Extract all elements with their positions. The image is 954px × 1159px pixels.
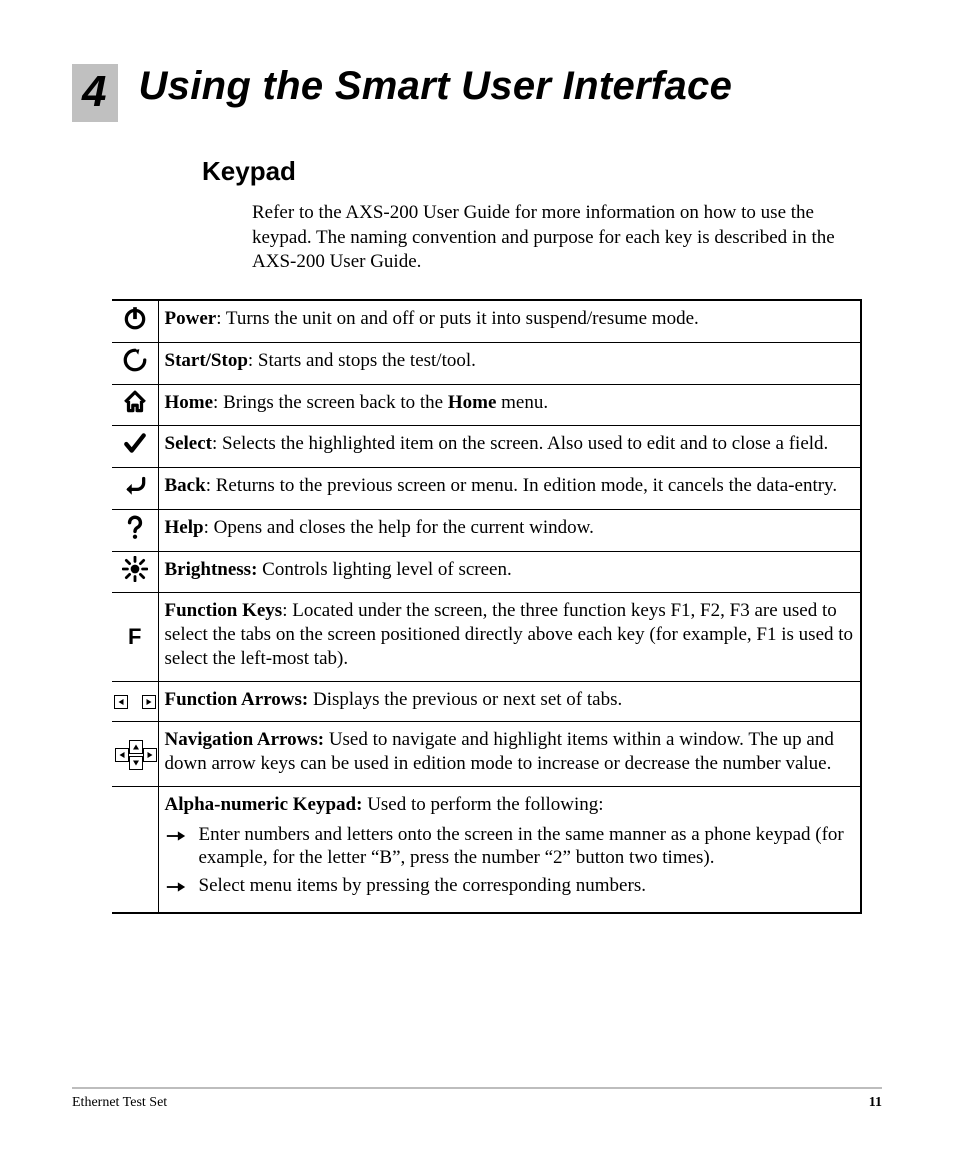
alnum-bullets: Enter numbers and letters onto the scree… (165, 823, 855, 898)
footer-title: Ethernet Test Set (72, 1095, 167, 1111)
page-footer: Ethernet Test Set 11 (72, 1087, 882, 1111)
alpha-numeric-icon (112, 786, 158, 913)
page: 4 Using the Smart User Interface Keypad … (0, 0, 954, 1159)
navigation-arrows-icon (112, 722, 158, 787)
table-row: Start/Stop: Starts and stops the test/to… (112, 342, 861, 384)
function-arrows-icon (112, 681, 158, 722)
function-keys-desc: Function Keys: Located under the screen,… (158, 593, 861, 681)
table-row: Select: Selects the highlighted item on … (112, 426, 861, 468)
footer-rule (72, 1087, 882, 1089)
table-row: Navigation Arrows: Used to navigate and … (112, 722, 861, 787)
section-heading: Keypad (202, 156, 882, 187)
select-icon (112, 426, 158, 468)
bullet-arrow-icon (165, 877, 187, 901)
alpha-numeric-desc: Alpha-numeric Keypad: Used to perform th… (158, 786, 861, 913)
table-row: F Function Keys: Located under the scree… (112, 593, 861, 681)
help-desc: Help: Opens and closes the help for the … (158, 509, 861, 551)
list-item: Enter numbers and letters onto the scree… (165, 823, 855, 871)
home-icon (112, 384, 158, 426)
chapter-number: 4 (72, 64, 118, 122)
brightness-desc: Brightness: Controls lighting level of s… (158, 551, 861, 593)
page-number: 11 (869, 1095, 882, 1111)
power-desc: Power: Turns the unit on and off or puts… (158, 300, 861, 342)
back-desc: Back: Returns to the previous screen or … (158, 468, 861, 510)
table-row: Alpha-numeric Keypad: Used to perform th… (112, 786, 861, 913)
table-row: Function Arrows: Displays the previous o… (112, 681, 861, 722)
power-icon (112, 300, 158, 342)
keypad-table: Power: Turns the unit on and off or puts… (112, 299, 862, 914)
bullet-arrow-icon (165, 826, 187, 850)
table-row: Help: Opens and closes the help for the … (112, 509, 861, 551)
chapter-title: Using the Smart User Interface (138, 64, 732, 108)
select-desc: Select: Selects the highlighted item on … (158, 426, 861, 468)
navigation-arrows-desc: Navigation Arrows: Used to navigate and … (158, 722, 861, 787)
home-desc: Home: Brings the screen back to the Home… (158, 384, 861, 426)
function-arrows-desc: Function Arrows: Displays the previous o… (158, 681, 861, 722)
help-icon (112, 509, 158, 551)
function-keys-icon: F (112, 593, 158, 681)
table-row: Power: Turns the unit on and off or puts… (112, 300, 861, 342)
intro-paragraph: Refer to the AXS-200 User Guide for more… (252, 201, 862, 275)
list-item: Select menu items by pressing the corres… (165, 874, 855, 898)
table-row: Home: Brings the screen back to the Home… (112, 384, 861, 426)
table-row: Brightness: Controls lighting level of s… (112, 551, 861, 593)
start-stop-icon (112, 342, 158, 384)
table-row: Back: Returns to the previous screen or … (112, 468, 861, 510)
back-icon (112, 468, 158, 510)
chapter-header: 4 Using the Smart User Interface (72, 64, 882, 122)
start-stop-desc: Start/Stop: Starts and stops the test/to… (158, 342, 861, 384)
brightness-icon (112, 551, 158, 593)
